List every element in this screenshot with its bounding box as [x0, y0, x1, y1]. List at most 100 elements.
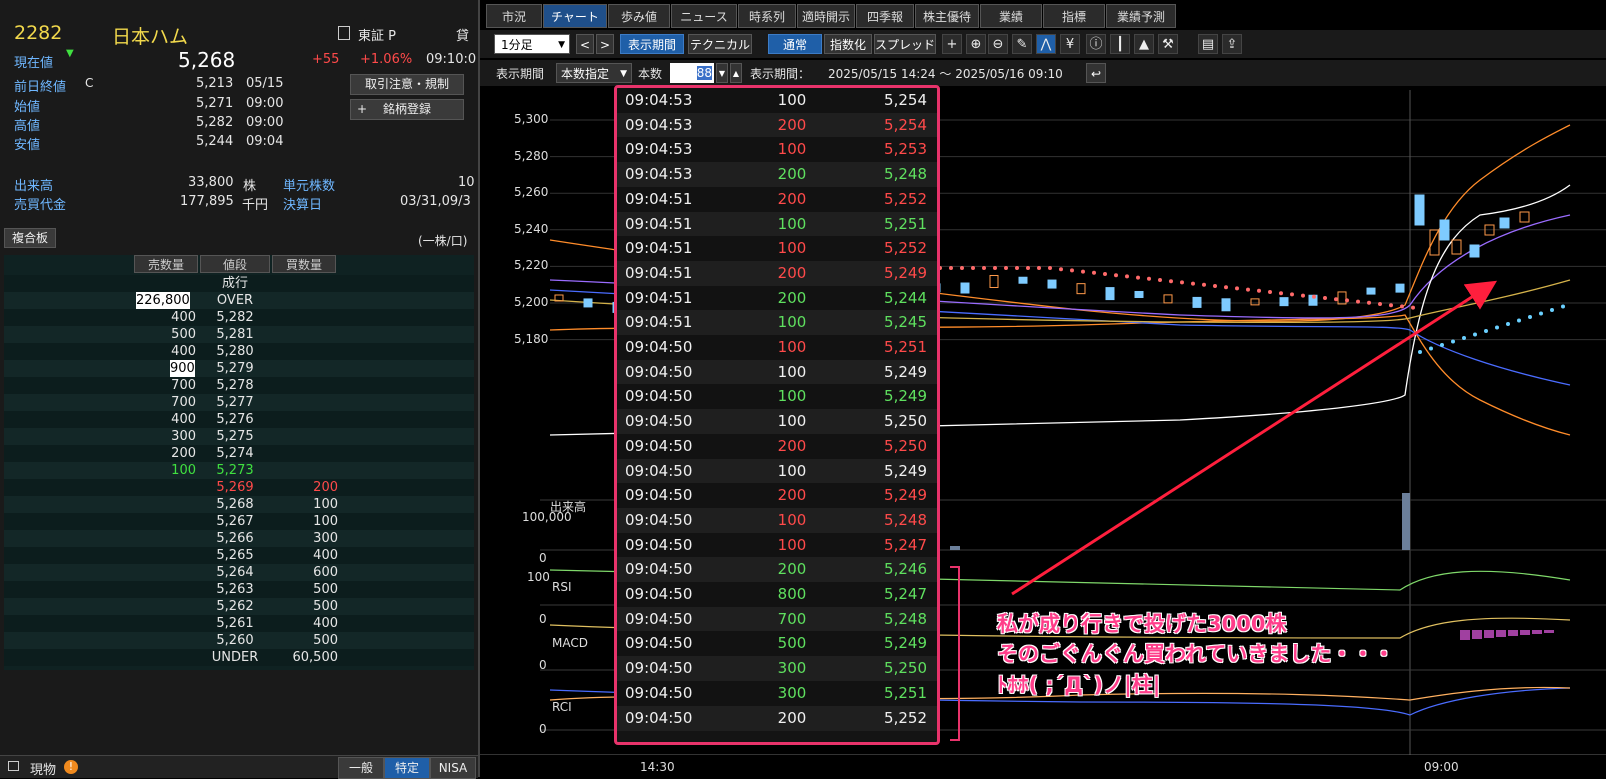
book-row[interactable]: 5,261 400	[4, 615, 474, 632]
reset-icon[interactable]: ↩	[1086, 63, 1106, 83]
document-icon[interactable]	[338, 26, 350, 40]
trade-price: 5,246	[884, 560, 927, 579]
book-row[interactable]: 100 5,273	[4, 462, 474, 479]
trade-price: 5,250	[884, 436, 927, 455]
sar-dot	[1418, 350, 1422, 354]
register-button[interactable]: + 銘柄登録	[350, 99, 464, 120]
book-row[interactable]: 400 5,280	[4, 343, 474, 360]
count-input[interactable]: 88	[670, 63, 714, 83]
book-row[interactable]: 200 5,274	[4, 445, 474, 462]
tab-9[interactable]: 指標	[1043, 4, 1105, 28]
tab-6[interactable]: 四季報	[856, 4, 914, 28]
trade-qty: 200	[777, 560, 807, 579]
book-price: 5,281	[216, 327, 254, 342]
trade-qty: 800	[777, 585, 807, 603]
book-row[interactable]: 5,266 300	[4, 530, 474, 547]
candle	[1469, 244, 1480, 258]
book-price: 成行	[221, 276, 248, 291]
book-row[interactable]: 5,267 100	[4, 513, 474, 530]
count-down-button[interactable]: ▼	[716, 63, 728, 83]
period-range-label: 表示期間：	[750, 67, 811, 81]
candle	[1250, 298, 1260, 306]
spread-button[interactable]: スプレッド	[874, 34, 936, 54]
book-row[interactable]: 成行	[4, 275, 474, 292]
next-arrow-button[interactable]: >	[596, 34, 614, 54]
candle	[1134, 290, 1144, 298]
wrench-icon[interactable]: ⚒	[1158, 34, 1178, 54]
book-row[interactable]: 5,265 400	[4, 547, 474, 564]
count-up-button[interactable]: ▲	[730, 63, 742, 83]
book-title-tab[interactable]: 複合板	[4, 228, 56, 248]
book-row[interactable]: 5,260 500	[4, 632, 474, 649]
book-row[interactable]: UNDER 60,500	[4, 649, 474, 666]
book-buy-qty: 60,500	[292, 650, 339, 665]
macd-zero: 0	[539, 658, 547, 672]
count-mode-select[interactable]: 本数指定 ▼	[556, 63, 632, 83]
caution-button[interactable]: 取引注意・規制	[350, 74, 464, 95]
book-row[interactable]: 226,800 OVER	[4, 292, 474, 309]
tab-general[interactable]: 一般	[338, 757, 384, 779]
book-row[interactable]: 900 5,279	[4, 360, 474, 377]
sar-dot	[1103, 272, 1107, 276]
candle	[1414, 194, 1425, 226]
book-row[interactable]: 400 5,282	[4, 309, 474, 326]
tab-specific[interactable]: 特定	[384, 757, 430, 779]
candle	[960, 282, 970, 294]
book-row[interactable]: 300 5,275	[4, 428, 474, 445]
index-button[interactable]: 指数化	[824, 34, 872, 54]
book-row[interactable]: 400 5,276	[4, 411, 474, 428]
book-row[interactable]: 5,262 500	[4, 598, 474, 615]
book-row[interactable]: 5,268 100	[4, 496, 474, 513]
trade-row: 09:04:53 100 5,254	[617, 88, 937, 113]
book-row[interactable]: 500 5,281	[4, 326, 474, 343]
period-button[interactable]: 表示期間	[620, 34, 684, 54]
crosshair-icon[interactable]: +	[942, 34, 962, 54]
open-time: 09:00	[246, 96, 284, 111]
tab-4[interactable]: 時系列	[738, 4, 796, 28]
candle	[1018, 276, 1028, 284]
tab-5[interactable]: 適時開示	[797, 4, 855, 28]
tab-2[interactable]: 歩み値	[608, 4, 670, 28]
trade-price: 5,251	[884, 338, 927, 356]
sar-dot	[1400, 304, 1404, 309]
book-row[interactable]: 5,263 500	[4, 581, 474, 598]
normal-button[interactable]: 通常	[768, 34, 822, 54]
tab-8[interactable]: 業績	[980, 4, 1042, 28]
candle-icon[interactable]: ┃	[1110, 34, 1130, 54]
warning-icon[interactable]: !	[64, 760, 78, 774]
book-row[interactable]: 5,269 200	[4, 479, 474, 496]
tab-7[interactable]: 株主優待	[915, 4, 979, 28]
sar-dot	[1015, 266, 1019, 270]
yen-icon[interactable]: ¥	[1060, 34, 1080, 54]
book-row[interactable]: 700 5,277	[4, 394, 474, 411]
y-tick: 5,200	[514, 295, 549, 309]
book-row[interactable]: 700 5,278	[4, 377, 474, 394]
tab-nisa[interactable]: NISA	[430, 757, 476, 779]
trade-time: 09:04:50	[625, 486, 693, 505]
area-chart-icon[interactable]: ▲	[1134, 34, 1154, 54]
trade-time: 09:04:50	[625, 362, 693, 381]
zoom-out-icon[interactable]: ⊖	[988, 34, 1008, 54]
tab-3[interactable]: ニュース	[671, 4, 737, 28]
technical-button[interactable]: テクニカル	[688, 34, 752, 54]
sar-dot	[1517, 318, 1521, 323]
indicator-icon[interactable]: ⋀	[1036, 34, 1056, 54]
zoom-in-icon[interactable]: ⊕	[966, 34, 986, 54]
prev-arrow-button[interactable]: <	[576, 34, 594, 54]
trade-time: 09:04:50	[625, 338, 693, 356]
export-icon[interactable]: ⇪	[1222, 34, 1242, 54]
macd-bar	[1496, 630, 1506, 637]
book-head-sell: 売数量	[134, 255, 198, 273]
book-price: 5,278	[216, 378, 254, 393]
window-icon[interactable]	[8, 761, 19, 771]
pencil-icon[interactable]: ✎	[1012, 34, 1032, 54]
sar-dot	[1081, 269, 1085, 274]
trade-qty: 200	[777, 436, 807, 455]
trade-price: 5,249	[884, 362, 927, 381]
print-icon[interactable]: ▤	[1198, 34, 1218, 54]
trade-time: 09:04:50	[625, 634, 693, 653]
info-icon[interactable]: ⓘ	[1086, 34, 1106, 54]
book-row[interactable]: 5,264 600	[4, 564, 474, 581]
tab-10[interactable]: 業績予測	[1106, 4, 1176, 28]
sar-dot	[1257, 288, 1261, 293]
